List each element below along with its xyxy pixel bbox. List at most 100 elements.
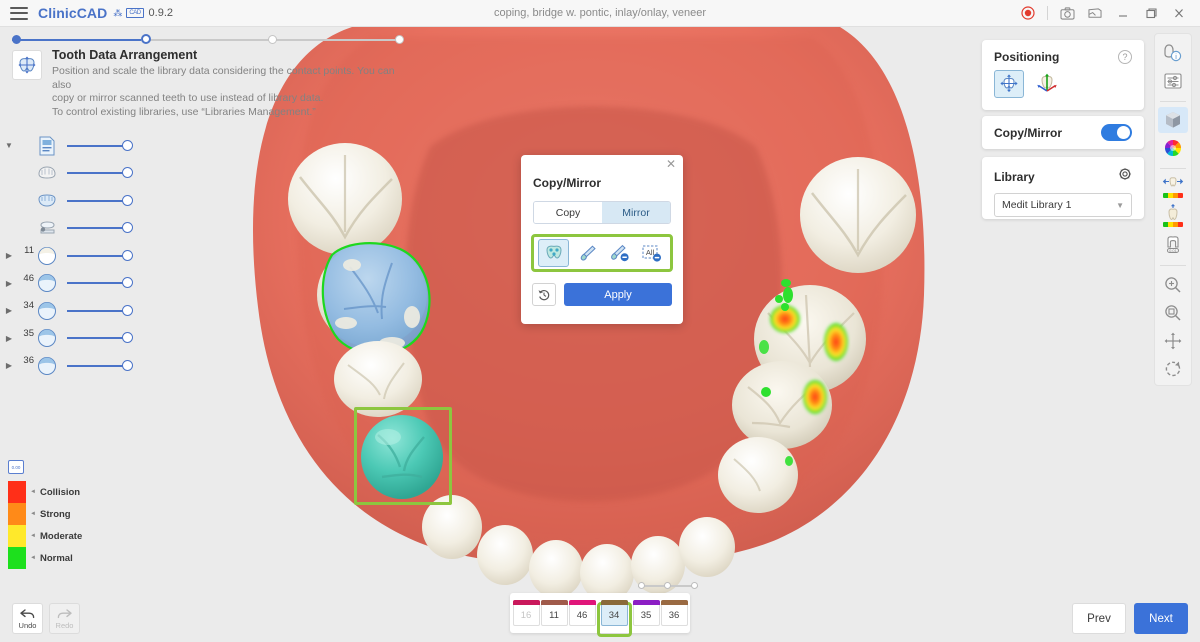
zoom-fit-icon[interactable] [1158,300,1188,325]
pan-move-icon[interactable] [1158,329,1188,354]
tooth-select-icon[interactable] [538,239,570,267]
upper-jaw-icon[interactable] [34,162,60,184]
brush-icon[interactable] [572,239,601,267]
close-icon[interactable]: ✕ [664,158,678,172]
opacity-slider-lower[interactable] [67,194,133,208]
tooth-crown-icon[interactable] [34,245,60,267]
opacity-slider-11[interactable] [67,249,133,263]
tooth-step-dot-3[interactable] [691,582,698,589]
free-move-icon[interactable] [994,70,1024,98]
opacity-slider-34[interactable] [67,304,133,318]
close-button[interactable] [1166,1,1192,25]
chevron-right-icon[interactable] [0,306,18,315]
axis-gizmo-icon[interactable] [1032,70,1062,98]
history-revert-icon[interactable] [532,283,556,306]
tooth-color-cap [568,600,596,605]
gear-icon[interactable] [1118,167,1132,186]
color-wheel-icon[interactable] [1158,136,1188,161]
library-select[interactable]: Medit Library 1 ▼ [994,193,1132,217]
legend-arrow-icon: ◄ [30,489,36,495]
row-upper-jaw[interactable] [0,160,160,188]
step-dot-2[interactable] [141,34,151,44]
prev-button[interactable]: Prev [1072,603,1126,634]
maximize-button[interactable] [1138,1,1164,25]
step-info-header: Tooth Data Arrangement Position and scal… [12,48,412,119]
tooth-button-35[interactable]: 35 [632,600,660,626]
legend-arrow-icon: ◄ [30,555,36,561]
page-title: Tooth Data Arrangement [52,48,198,62]
image-icon[interactable] [1082,1,1108,25]
tab-mirror[interactable]: Mirror [602,202,670,223]
sliders-icon[interactable] [1158,68,1188,93]
brush-minus-icon[interactable] [605,239,634,267]
step-dot-1[interactable] [12,35,21,44]
tab-copy[interactable]: Copy [534,202,602,223]
tooth-button-46[interactable]: 46 [568,600,596,626]
tooth-step-indicator [638,581,698,591]
tooth-button-11[interactable]: 11 [540,600,568,626]
hamburger-icon[interactable] [10,6,28,20]
opacity-slider-occlusion[interactable] [67,221,133,235]
undo-button[interactable]: Undo [12,603,43,634]
row-tooth-36[interactable]: 36 [0,352,160,380]
tooth-button-34[interactable]: 34 [600,600,628,626]
magnifier-info-icon[interactable]: i [1158,40,1188,65]
row-number: 11 [24,245,34,256]
opacity-slider-upper[interactable] [67,166,133,180]
next-button[interactable]: Next [1134,603,1188,634]
chevron-right-icon[interactable] [0,251,18,260]
copy-mirror-toggle[interactable] [1101,124,1132,141]
occlusion-icon[interactable] [34,217,60,239]
row-tooth-11[interactable]: 11 [0,242,160,270]
record-button[interactable] [1015,1,1041,25]
row-tooth-35[interactable]: 35 [0,325,160,353]
tooth-crown-icon[interactable] [34,300,60,322]
tooth-occlusion-icon[interactable] [1158,203,1188,231]
row-lower-jaw[interactable] [0,187,160,215]
chevron-right-icon[interactable] [0,361,18,370]
row-occlusion[interactable] [0,215,160,243]
tooth-step-dot-2[interactable] [664,582,671,589]
tooth-button-36[interactable]: 36 [660,600,688,626]
tooth-button-16[interactable]: 16 [512,600,540,626]
tooth-crown-icon[interactable] [34,327,60,349]
chevron-down-icon[interactable] [0,141,18,150]
step-progress-fill [12,39,141,41]
legend-item-normal: ◄ Normal [8,547,118,569]
camera-icon[interactable] [1054,1,1080,25]
tooth-step-dot-1[interactable] [638,582,645,589]
cube-icon[interactable] [1158,107,1188,133]
all-minus-icon[interactable]: All [637,239,666,267]
row-all-data[interactable] [0,132,160,160]
legend-arrow-icon: ◄ [30,533,36,539]
document-layers-icon[interactable] [34,135,60,157]
row-tooth-46[interactable]: 46 [0,270,160,298]
rotate-icon[interactable] [1158,357,1188,382]
chevron-right-icon[interactable] [0,334,18,343]
step-dot-3[interactable] [268,35,277,44]
help-icon[interactable]: ? [1118,50,1132,64]
step-dot-4[interactable] [395,35,404,44]
minimize-button[interactable] [1110,1,1136,25]
tooth-margin-icon[interactable]: 0.01 [1158,233,1188,258]
chevron-right-icon[interactable] [0,279,18,288]
opacity-slider-36[interactable] [67,359,133,373]
step-desc-line-2: copy or mirror scanned teeth to use inst… [52,92,324,104]
opacity-slider-all[interactable] [67,139,133,153]
apply-button[interactable]: Apply [564,283,672,306]
legend-item-strong: ◄ Strong [8,503,118,525]
library-header: Library [982,157,1144,186]
opacity-slider-35[interactable] [67,331,133,345]
scale-value-badge[interactable]: 0.00 [8,460,24,474]
tooth-crown-icon[interactable] [34,272,60,294]
tooth-number: 46 [576,610,588,621]
tooth-contact-icon[interactable] [1158,175,1188,202]
redo-button[interactable]: Redo [49,603,80,634]
step-desc-line-3: To control existing libraries, use “Libr… [52,105,316,118]
zoom-in-icon[interactable] [1158,272,1188,297]
opacity-slider-46[interactable] [67,276,133,290]
tooth-crown-icon[interactable] [34,355,60,377]
lower-jaw-icon[interactable] [34,190,60,212]
title-bar: ClinicCAD ⁂ CAD 0.9.2 coping, bridge w. … [0,0,1200,27]
row-tooth-34[interactable]: 34 [0,297,160,325]
